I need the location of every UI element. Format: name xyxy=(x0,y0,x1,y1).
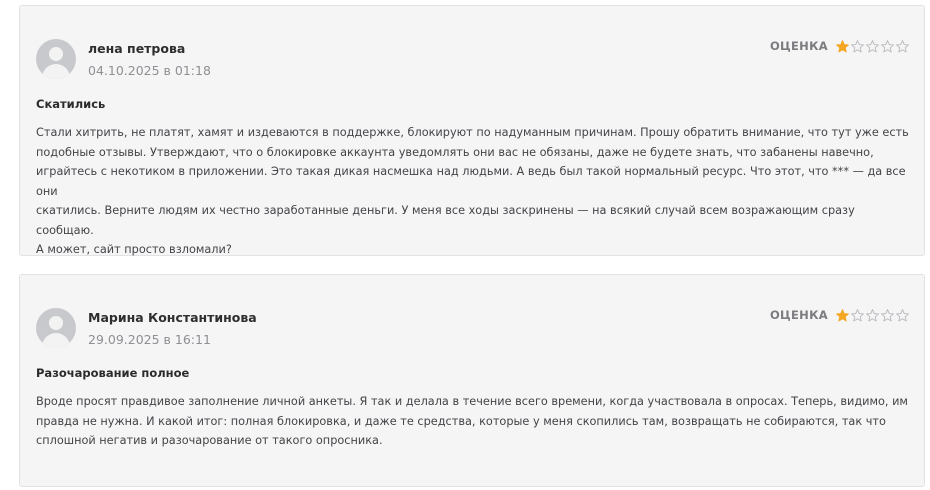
review-rating: ОЦЕНКА xyxy=(770,308,909,322)
avatar-body xyxy=(42,333,70,348)
review-text-line: правда не нужна. И какой итог: полная бл… xyxy=(36,414,886,428)
avatar-head xyxy=(49,47,63,61)
review-text-line: Вроде просят правдивое заполнение личной… xyxy=(36,395,908,408)
star-filled-icon xyxy=(836,39,849,52)
star-empty-icon xyxy=(896,39,909,52)
star-empty-icon xyxy=(896,308,909,321)
review-text-line: играйтесь с некотиком в приложении. Это … xyxy=(36,165,906,198)
star-empty-icon xyxy=(866,39,879,52)
review-text-line: подобные отзывы. Утверждают, что о блоки… xyxy=(36,145,874,159)
star-filled-icon xyxy=(836,308,849,321)
star-empty-icon xyxy=(851,308,864,321)
review-text-line: сплошной негатив и разочарование от тако… xyxy=(36,434,383,447)
avatar xyxy=(36,308,76,348)
star-empty-icon xyxy=(866,308,879,321)
avatar-head xyxy=(49,316,63,330)
review-author: лена петрова xyxy=(88,41,186,56)
review-card: Марина Константинова 29.09.2025 в 16:11 … xyxy=(19,274,925,487)
review-text: Стали хитрить, не платят, хамят и издева… xyxy=(36,123,911,260)
review-text: Вроде просят правдивое заполнение личной… xyxy=(36,392,911,451)
review-title: Скатились xyxy=(36,97,106,111)
review-text-line: скатились. Верните людям их честно зараб… xyxy=(36,204,855,237)
rating-stars xyxy=(834,39,909,53)
reviews-list: лена петрова 04.10.2025 в 01:18 ОЦЕНКА С… xyxy=(0,0,930,490)
review-date: 29.09.2025 в 16:11 xyxy=(88,332,211,347)
rating-label: ОЦЕНКА xyxy=(769,39,828,53)
star-empty-icon xyxy=(851,39,864,52)
review-author: Марина Константинова xyxy=(88,310,257,325)
review-card: лена петрова 04.10.2025 в 01:18 ОЦЕНКА С… xyxy=(19,5,925,256)
review-date: 04.10.2025 в 01:18 xyxy=(88,63,211,78)
star-empty-icon xyxy=(881,308,894,321)
review-text-line: А может, сайт просто взломали? xyxy=(36,243,232,256)
rating-stars xyxy=(834,308,909,322)
rating-label: ОЦЕНКА xyxy=(769,308,828,322)
review-title: Разочарование полное xyxy=(36,366,190,380)
avatar xyxy=(36,39,76,79)
avatar-body xyxy=(42,64,70,79)
review-text-line: Стали хитрить, не платят, хамят и издева… xyxy=(36,126,909,139)
star-empty-icon xyxy=(881,39,894,52)
review-rating: ОЦЕНКА xyxy=(770,39,909,53)
